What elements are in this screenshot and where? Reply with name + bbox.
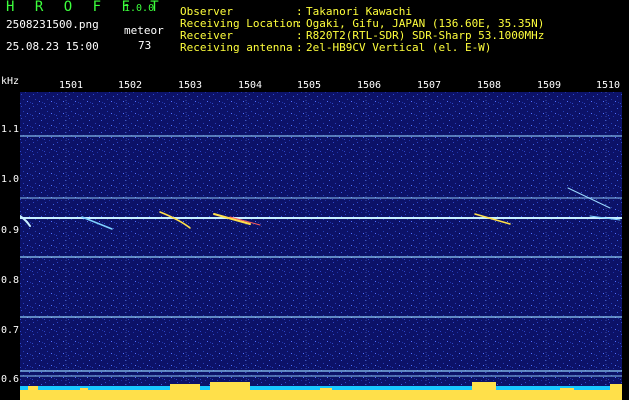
time-tick-1509: 1509 <box>537 80 562 91</box>
freq-tick-1-0: 1.0 <box>1 174 20 185</box>
signal-floor-strip <box>20 382 622 400</box>
time-tick-1504: 1504 <box>238 80 263 91</box>
antenna-value: 2el-HB9CV Vertical (el. E-W) <box>306 41 492 54</box>
spectrogram-plot <box>20 92 622 386</box>
time-tick-1510: 1510 <box>596 80 621 91</box>
freq-tick-0-9: 0.9 <box>1 225 20 236</box>
app-version: 1.0.0 <box>124 3 155 14</box>
frequency-unit-label: kHz <box>1 76 20 87</box>
file-name: 2508231500.png <box>6 18 99 31</box>
time-tick-1502: 1502 <box>118 80 143 91</box>
spectrogram-svg <box>20 92 622 386</box>
time-tick-1501: 1501 <box>59 80 84 91</box>
freq-tick-0-8: 0.8 <box>1 275 20 286</box>
header-panel: H R O F F T 1.0.0 2508231500.png meteor … <box>0 0 629 74</box>
time-tick-1503: 1503 <box>178 80 203 91</box>
time-tick-1505: 1505 <box>297 80 322 91</box>
freq-tick-1-1: 1.1 <box>1 124 20 135</box>
time-tick-1507: 1507 <box>417 80 442 91</box>
meteor-count: 73 <box>138 39 152 52</box>
time-tick-1506: 1506 <box>357 80 382 91</box>
antenna-separator: : <box>296 41 303 54</box>
freq-tick-0-6: 0.6 <box>1 374 20 385</box>
time-tick-1508: 1508 <box>477 80 502 91</box>
meteor-label: meteor <box>124 24 164 37</box>
date-time: 25.08.23 15:00 <box>6 40 99 53</box>
freq-tick-0-7: 0.7 <box>1 325 20 336</box>
antenna-label: Receiving antenna <box>180 41 293 54</box>
